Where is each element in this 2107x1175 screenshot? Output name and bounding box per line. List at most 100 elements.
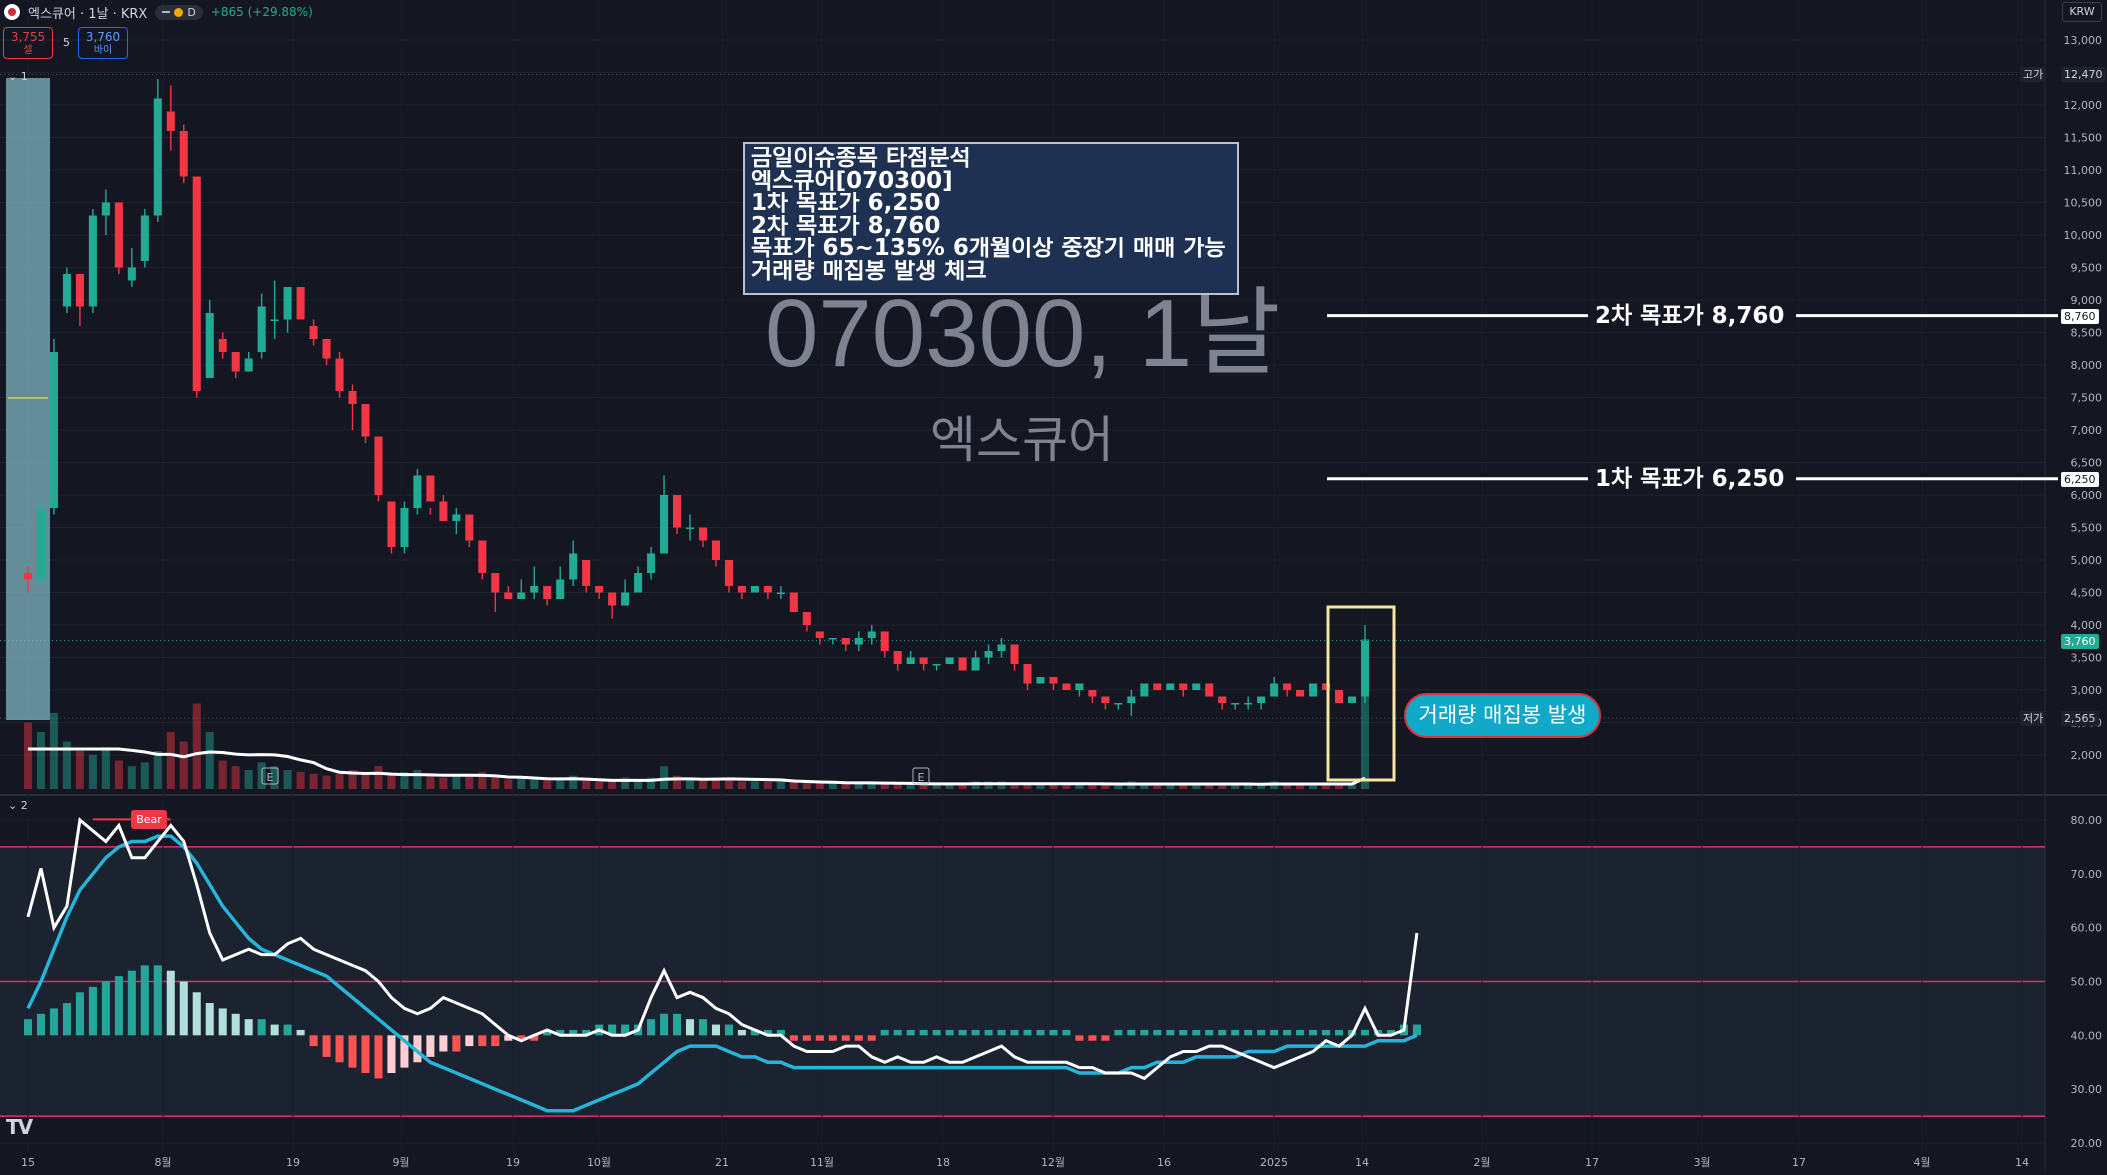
candle-body (1257, 696, 1266, 703)
histogram-bar (1360, 1029, 1370, 1036)
price-tick-label: 4,000 (2071, 619, 2103, 632)
candle-body (1049, 677, 1058, 684)
candle-body (101, 202, 110, 216)
candle-body (608, 592, 617, 606)
time-tick-label: 11월 (810, 1156, 834, 1169)
histogram-bar (1049, 1029, 1058, 1036)
candle-body (36, 508, 46, 580)
watermark-title: 070300, 1날 (765, 280, 1281, 387)
histogram-bar (841, 1035, 850, 1041)
volume-bar (815, 783, 824, 789)
note-line: 엑스큐어[070300] (751, 169, 953, 193)
candle-body (374, 436, 383, 495)
osc-tick-label: 40.00 (2071, 1029, 2103, 1042)
candle-body (517, 592, 526, 599)
histogram-bar (88, 986, 97, 1036)
minus-icon (162, 11, 171, 13)
candle-body (1179, 683, 1188, 690)
histogram-bar (673, 1013, 682, 1036)
market-status-badge[interactable]: D (155, 4, 203, 20)
candle-body (231, 352, 240, 372)
histogram-bar (205, 1003, 214, 1036)
symbol-title[interactable]: 엑스큐어 · 1날 · KRX (28, 3, 147, 22)
currency-selector[interactable]: KRW (2062, 2, 2102, 22)
histogram-bar (465, 1035, 474, 1047)
price-tick-label: 9,500 (2071, 262, 2103, 275)
histogram-bar (919, 1029, 928, 1036)
histogram-bar (1412, 1024, 1421, 1036)
candle-body (880, 631, 889, 651)
price-tick-label: 7,000 (2071, 424, 2103, 437)
candle-body (1153, 683, 1162, 690)
volume-bar (127, 766, 136, 789)
candle-body (1360, 640, 1370, 697)
candle-body (984, 651, 993, 658)
volume-bar (192, 703, 201, 789)
candle-body (854, 638, 863, 645)
buy-button[interactable]: 3,760 바이 (78, 27, 128, 59)
candle-body (1309, 683, 1318, 697)
tradingview-logo[interactable]: TV (6, 1115, 33, 1139)
candle-body (958, 657, 967, 671)
volume-callout[interactable]: 거래량 매집봉 발생 (1404, 693, 1601, 738)
candle-body (543, 586, 552, 599)
histogram-bar (647, 1019, 656, 1036)
volume-bar (114, 760, 123, 789)
volume-bar (517, 777, 526, 789)
histogram-bar (1179, 1029, 1188, 1036)
volume-bar (698, 779, 708, 789)
volume-bar (23, 722, 33, 789)
histogram-bar (283, 1024, 292, 1036)
histogram-bar (971, 1029, 980, 1036)
time-tick-label: 19 (506, 1156, 520, 1169)
candle-body (1036, 677, 1045, 684)
price-tick-label: 2,000 (2071, 749, 2103, 762)
main-pane-bg (0, 0, 2045, 792)
bear-divergence-label: Bear (131, 810, 167, 829)
buy-price: 3,760 (85, 30, 121, 44)
analysis-note[interactable]: 금일이슈종목 타점분석 엑스큐어[070300] 1차 목표가 6,250 2차… (743, 142, 1239, 295)
time-tick-label: 12월 (1041, 1156, 1065, 1169)
histogram-bar (23, 1019, 33, 1036)
price-tick-label: 6,000 (2071, 489, 2103, 502)
range-highlight-box (6, 78, 50, 720)
pane-1-toggle[interactable]: ⌄ 1 (8, 70, 28, 83)
volume-bar (49, 713, 58, 789)
candle-body (1270, 683, 1279, 697)
candle-body (1296, 690, 1305, 697)
status-dot-icon (174, 7, 184, 17)
volume-bar (309, 773, 318, 789)
volume-bar (101, 747, 110, 789)
candle-body (789, 592, 798, 612)
histogram-bar (1036, 1029, 1045, 1036)
histogram-bar (1270, 1029, 1279, 1036)
histogram-bar (270, 1024, 279, 1036)
target-2-label[interactable]: 2차 목표가 8,760 (1595, 303, 1784, 329)
candle-body (491, 573, 500, 593)
candle-body (724, 560, 733, 586)
candle-body (893, 651, 902, 664)
pane-2-toggle[interactable]: ⌄ 2 (8, 799, 28, 812)
candle-body (309, 326, 318, 339)
sell-label: 셀 (23, 45, 33, 56)
time-tick-label: 14 (1355, 1156, 1369, 1169)
histogram-bar (724, 1024, 733, 1036)
candle-body (698, 527, 708, 541)
sell-button[interactable]: 3,755 셀 (3, 27, 53, 59)
volume-bar (205, 732, 214, 789)
target-1-label[interactable]: 1차 목표가 6,250 (1595, 466, 1784, 492)
volume-bar (387, 773, 396, 789)
histogram-bar (906, 1029, 915, 1036)
volume-bar (595, 781, 604, 789)
symbol-header[interactable]: 엑스큐어 · 1날 · KRX D +865 (+29.88%) (4, 2, 313, 22)
histogram-bar (711, 1024, 720, 1036)
interval-badge: D (187, 5, 196, 19)
histogram-bar (1153, 1029, 1162, 1036)
candle-body (270, 319, 279, 321)
histogram-bar (1010, 1029, 1019, 1036)
candle-body (1347, 696, 1357, 703)
candle-body (153, 98, 162, 216)
korea-flag-icon (4, 4, 20, 20)
candle-body (413, 475, 422, 508)
price-tick-label: 5,000 (2071, 554, 2103, 567)
